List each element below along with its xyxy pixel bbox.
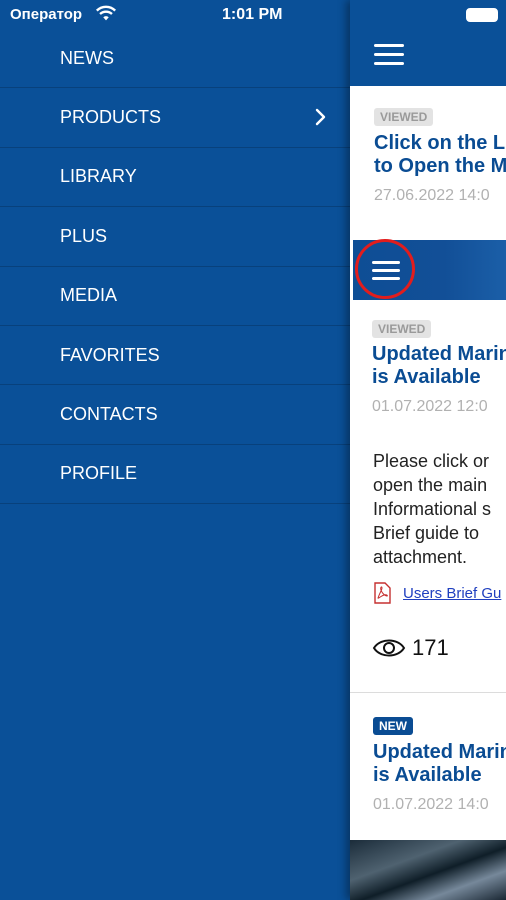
- menu-item-label: MEDIA: [60, 285, 118, 306]
- menu-item-label: PRODUCTS: [60, 107, 162, 128]
- card-title: Updated Marin is Available: [373, 741, 506, 786]
- carrier-label: Оператор: [10, 6, 83, 23]
- news-card[interactable]: VIEWED Click on the Li to Open the M 27.…: [374, 108, 506, 205]
- eye-icon: [372, 639, 406, 657]
- menu-item-contacts[interactable]: CONTACTS: [0, 385, 350, 445]
- menu-item-products[interactable]: PRODUCTS: [0, 88, 350, 148]
- menu-item-label: PLUS: [60, 225, 108, 246]
- pdf-icon: [374, 582, 391, 604]
- card-date: 01.07.2022 12:0: [372, 398, 488, 415]
- menu-item-favorites[interactable]: FAVORITES: [0, 326, 350, 386]
- menu-item-label: NEWS: [60, 47, 114, 68]
- card-title: Click on the Li to Open the M: [374, 132, 506, 177]
- card-date: 01.07.2022 14:0: [373, 796, 489, 813]
- attachment-link[interactable]: Users Brief Gu: [373, 582, 501, 604]
- view-count-value: 171: [412, 635, 449, 660]
- menu-item-news[interactable]: NEWS: [0, 29, 350, 89]
- viewed-badge: VIEWED: [374, 108, 434, 126]
- viewed-badge: VIEWED: [372, 320, 432, 338]
- new-badge: NEW: [373, 717, 413, 735]
- attachment-label: Users Brief Gu: [403, 584, 502, 602]
- wifi-icon: [95, 5, 117, 21]
- news-card[interactable]: NEW Updated Marin is Available 01.07.202…: [373, 717, 506, 814]
- battery-icon: [466, 8, 498, 22]
- status-bar: Оператор 1:01 PM: [0, 0, 506, 30]
- menu-item-profile[interactable]: PROFILE: [0, 445, 350, 505]
- card-divider: [350, 692, 506, 693]
- menu-item-label: CONTACTS: [60, 404, 158, 425]
- view-count: 171: [372, 635, 449, 661]
- menu-item-media[interactable]: MEDIA: [0, 267, 350, 326]
- card-body: Please click or open the main Informatio…: [373, 451, 492, 567]
- clock: 1:01 PM: [222, 6, 283, 23]
- side-menu: NEWS PRODUCTS LIBRARY PLUS MEDIA FAVORIT…: [0, 29, 350, 505]
- menu-item-label: PROFILE: [60, 463, 138, 484]
- menu-item-library[interactable]: LIBRARY: [0, 148, 350, 208]
- card-title: Updated Marin is Available: [372, 343, 506, 388]
- news-card[interactable]: VIEWED Updated Marin is Available 01.07.…: [372, 320, 506, 416]
- menu-item-label: FAVORITES: [60, 344, 160, 365]
- menu-item-plus[interactable]: PLUS: [0, 207, 350, 267]
- main-panel: VIEWED Click on the Li to Open the M 27.…: [350, 0, 506, 900]
- hamburger-menu-icon[interactable]: [374, 44, 404, 65]
- menu-item-label: LIBRARY: [60, 166, 137, 187]
- card-date: 27.06.2022 14:0: [374, 187, 490, 204]
- news-image: [350, 840, 506, 900]
- chevron-right-icon: [315, 109, 326, 126]
- highlight-ring: [355, 239, 415, 299]
